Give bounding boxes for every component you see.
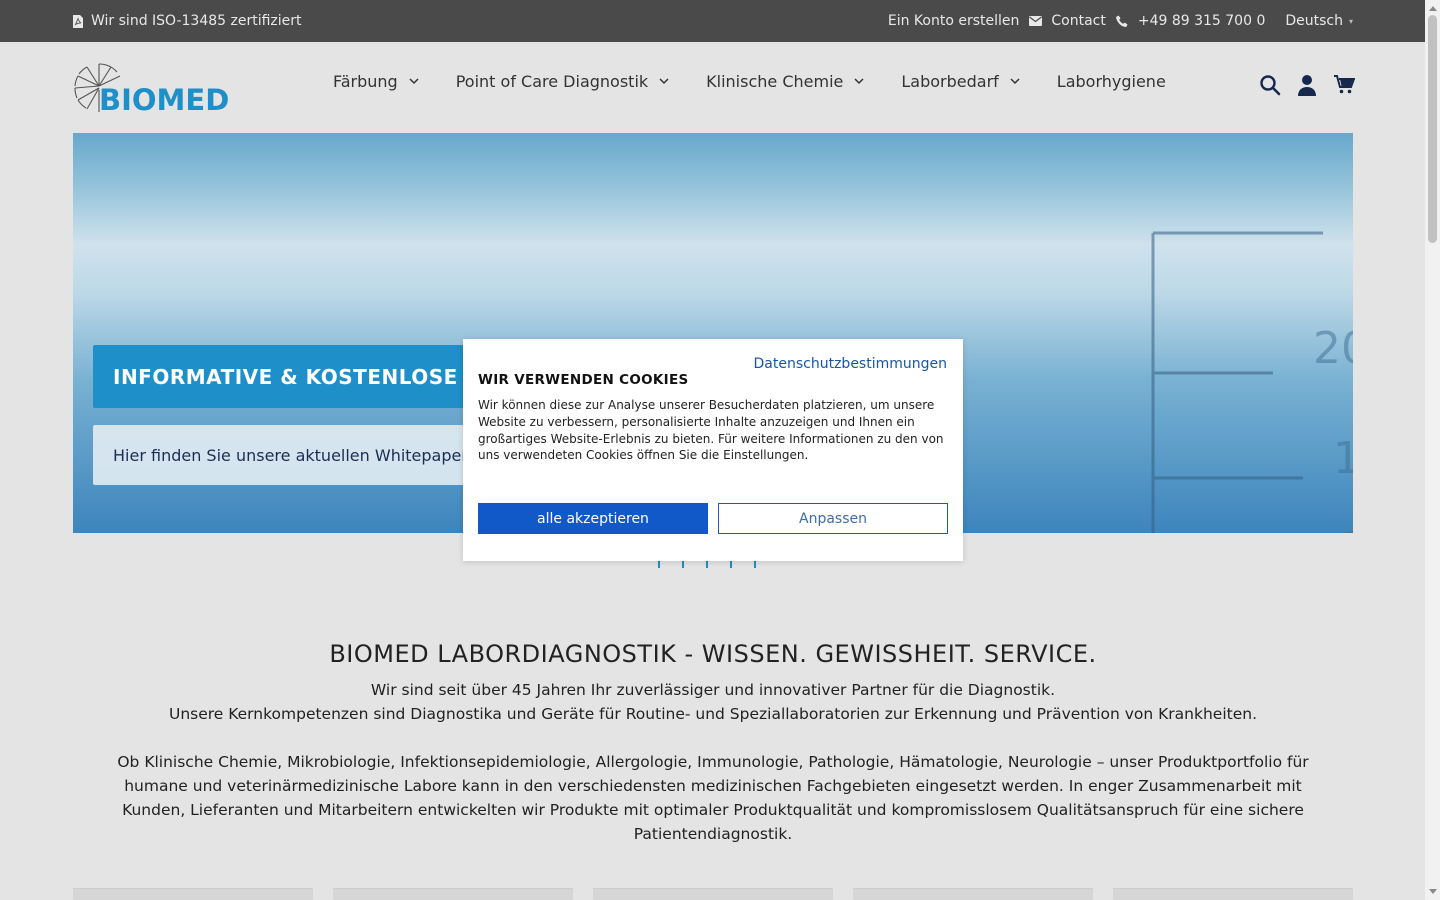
category-card[interactable] — [73, 888, 313, 900]
phone-icon — [1115, 15, 1128, 27]
search-icon[interactable] — [1259, 74, 1281, 96]
category-card[interactable] — [853, 888, 1093, 900]
chevron-down-icon — [854, 78, 864, 85]
nav-item-klinische-chemie[interactable]: Klinische Chemie — [706, 72, 864, 91]
category-card[interactable] — [1113, 888, 1353, 900]
accept-all-button[interactable]: alle akzeptieren — [478, 503, 708, 534]
intro-paragraph: Ob Klinische Chemie, Mikrobiologie, Infe… — [117, 753, 1309, 843]
contact-link[interactable]: Contact — [1029, 13, 1106, 29]
nav-item-faerbung[interactable]: Färbung — [333, 72, 419, 91]
nav-label: Laborbedarf — [901, 72, 999, 91]
caret-down-icon: ▾ — [1348, 16, 1353, 26]
scrollbar-thumb[interactable] — [1428, 15, 1437, 243]
iso-certificate-link[interactable]: Wir sind ISO-13485 zertifiziert — [73, 0, 302, 42]
privacy-policy-link[interactable]: Datenschutzbestimmungen — [754, 356, 947, 372]
category-card[interactable] — [333, 888, 573, 900]
category-card[interactable] — [593, 888, 833, 900]
nav-label: Point of Care Diagnostik — [455, 72, 649, 91]
pdf-file-icon — [73, 14, 83, 28]
category-cards — [73, 888, 1353, 900]
cookie-consent-dialog: Datenschutzbestimmungen WIR VERWENDEN CO… — [463, 339, 963, 561]
chevron-down-icon — [409, 78, 419, 85]
nav-label: Klinische Chemie — [706, 72, 844, 91]
language-selector[interactable]: Deutsch ▾ — [1285, 13, 1353, 29]
scroll-up-arrow-icon[interactable] — [1429, 6, 1437, 11]
phone-number: +49 89 315 700 0 — [1137, 13, 1266, 29]
nav-item-laborbedarf[interactable]: Laborbedarf — [901, 72, 1020, 91]
cookie-description: Wir können diese zur Analyse unserer Bes… — [478, 398, 944, 463]
svg-text:15: 15 — [1333, 433, 1353, 484]
phone-link[interactable]: +49 89 315 700 0 — [1115, 13, 1266, 29]
contact-label: Contact — [1051, 13, 1106, 29]
customize-button[interactable]: Anpassen — [718, 503, 948, 534]
iso-text: Wir sind ISO-13485 zertifiziert — [91, 13, 302, 29]
intro-line-1: Wir sind seit über 45 Jahren Ihr zuverlä… — [370, 681, 1056, 699]
svg-text:10: 10 — [1338, 523, 1353, 533]
scroll-down-arrow-icon[interactable] — [1429, 889, 1437, 894]
header-actions — [1259, 74, 1356, 96]
svg-text:25: 25 — [1297, 223, 1353, 224]
nav-item-point-of-care[interactable]: Point of Care Diagnostik — [456, 72, 669, 91]
nav-label: Färbung — [333, 72, 398, 91]
envelope-icon — [1029, 16, 1043, 26]
intro-line-2: Unsere Kernkompetenzen sind Diagnostika … — [168, 705, 1258, 723]
intro-heading: BIOMED LABORDIAGNOSTIK - WISSEN. GEWISSH… — [329, 640, 1097, 668]
hero-background-image: 25 20 15 10 — [1151, 223, 1353, 533]
nav-item-laborhygiene[interactable]: Laborhygiene — [1057, 72, 1166, 91]
svg-text:20: 20 — [1313, 323, 1353, 374]
biomed-logo[interactable]: BIOMED — [73, 62, 245, 117]
logo-image: BIOMED — [74, 63, 229, 117]
top-bar: Wir sind ISO-13485 zertifiziert Ein Kont… — [0, 0, 1425, 42]
user-icon[interactable] — [1296, 74, 1318, 96]
main-navigation: Färbung Point of Care Diagnostik Klinisc… — [333, 72, 1203, 91]
cart-icon[interactable] — [1333, 74, 1356, 96]
cookie-title: WIR VERWENDEN COOKIES — [478, 372, 689, 388]
create-account-link[interactable]: Ein Konto erstellen — [888, 13, 1020, 29]
site-header: BIOMED Färbung Point of Care Diagnostik … — [0, 42, 1425, 133]
nav-label: Laborhygiene — [1056, 72, 1166, 91]
logo-text: BIOMED — [99, 83, 229, 114]
chevron-down-icon — [1010, 78, 1020, 85]
page-scrollbar[interactable] — [1425, 0, 1440, 900]
intro-section: BIOMED LABORDIAGNOSTIK - WISSEN. GEWISSH… — [73, 640, 1353, 846]
chevron-down-icon — [659, 78, 669, 85]
language-label: Deutsch — [1285, 13, 1343, 29]
